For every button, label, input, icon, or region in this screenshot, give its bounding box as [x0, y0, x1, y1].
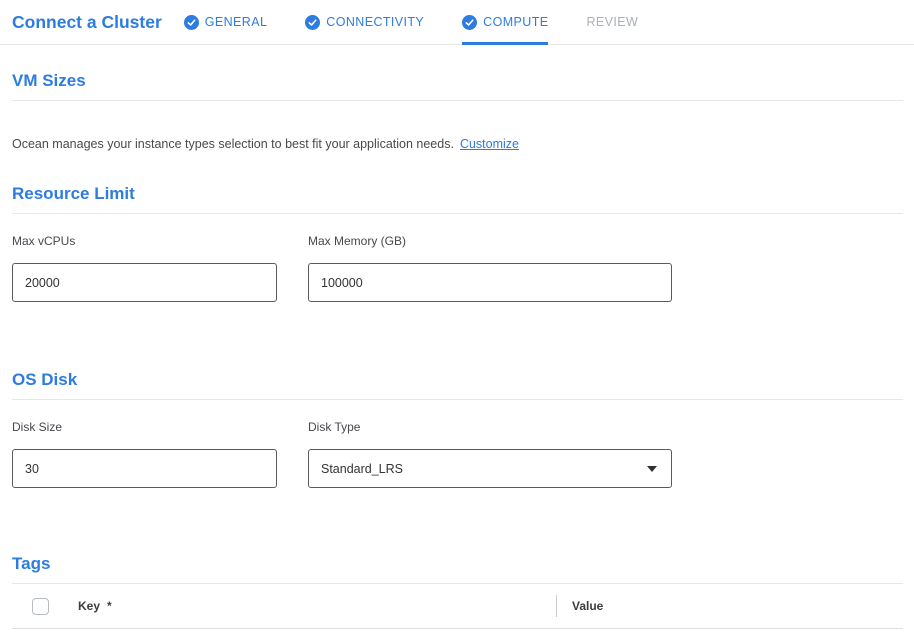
tab-connectivity[interactable]: CONNECTIVITY [305, 0, 424, 44]
disk-type-label: Disk Type [308, 420, 672, 435]
max-memory-input[interactable] [308, 263, 672, 302]
wizard-tabs: GENERAL CONNECTIVITY COMPUTE REVIEW [184, 0, 638, 44]
tags-heading: Tags [12, 554, 903, 584]
tags-table-header: Key * Value [12, 584, 903, 629]
os-disk-heading: OS Disk [12, 370, 903, 400]
disk-type-selected-value: Standard_LRS [321, 462, 403, 476]
tab-label: CONNECTIVITY [326, 15, 424, 29]
section-vm-sizes: VM Sizes Ocean manages your instance typ… [12, 71, 903, 152]
check-circle-icon [305, 15, 320, 30]
page-title: Connect a Cluster [12, 12, 162, 33]
max-vcpus-label: Max vCPUs [12, 234, 277, 249]
check-circle-icon [184, 15, 199, 30]
section-resource-limit: Resource Limit Max vCPUs Max Memory (GB) [12, 184, 903, 302]
tab-review[interactable]: REVIEW [586, 0, 638, 44]
disk-size-input[interactable] [12, 449, 277, 488]
max-memory-field: Max Memory (GB) [308, 234, 672, 302]
check-circle-icon [462, 15, 477, 30]
tags-value-column-header: Value [572, 599, 603, 613]
select-all-checkbox[interactable] [32, 598, 49, 615]
tab-label: COMPUTE [483, 15, 548, 29]
compute-step-content: VM Sizes Ocean manages your instance typ… [0, 71, 914, 629]
disk-type-select[interactable]: Standard_LRS [308, 449, 672, 488]
tab-label: REVIEW [586, 15, 638, 29]
tab-general[interactable]: GENERAL [184, 0, 268, 44]
max-vcpus-input[interactable] [12, 263, 277, 302]
max-memory-label: Max Memory (GB) [308, 234, 672, 249]
disk-type-field: Disk Type Standard_LRS [308, 420, 672, 488]
disk-size-label: Disk Size [12, 420, 277, 435]
max-vcpus-field: Max vCPUs [12, 234, 277, 302]
vm-sizes-description-text: Ocean manages your instance types select… [12, 137, 454, 151]
wizard-header: Connect a Cluster GENERAL CONNECTIVITY COM… [0, 0, 914, 45]
customize-link[interactable]: Customize [460, 137, 519, 151]
vm-sizes-heading: VM Sizes [12, 71, 903, 101]
section-os-disk: OS Disk Disk Size Disk Type Standard_LRS [12, 370, 903, 488]
required-asterisk: * [107, 599, 112, 613]
section-tags: Tags Key * Value [12, 554, 903, 629]
tab-label: GENERAL [205, 15, 268, 29]
tab-compute[interactable]: COMPUTE [462, 0, 548, 44]
vm-sizes-description: Ocean manages your instance types select… [12, 137, 903, 152]
disk-size-field: Disk Size [12, 420, 277, 488]
resource-limit-heading: Resource Limit [12, 184, 903, 214]
tags-key-column-header: Key [78, 599, 100, 613]
caret-down-icon [647, 466, 657, 472]
column-separator [556, 595, 557, 617]
